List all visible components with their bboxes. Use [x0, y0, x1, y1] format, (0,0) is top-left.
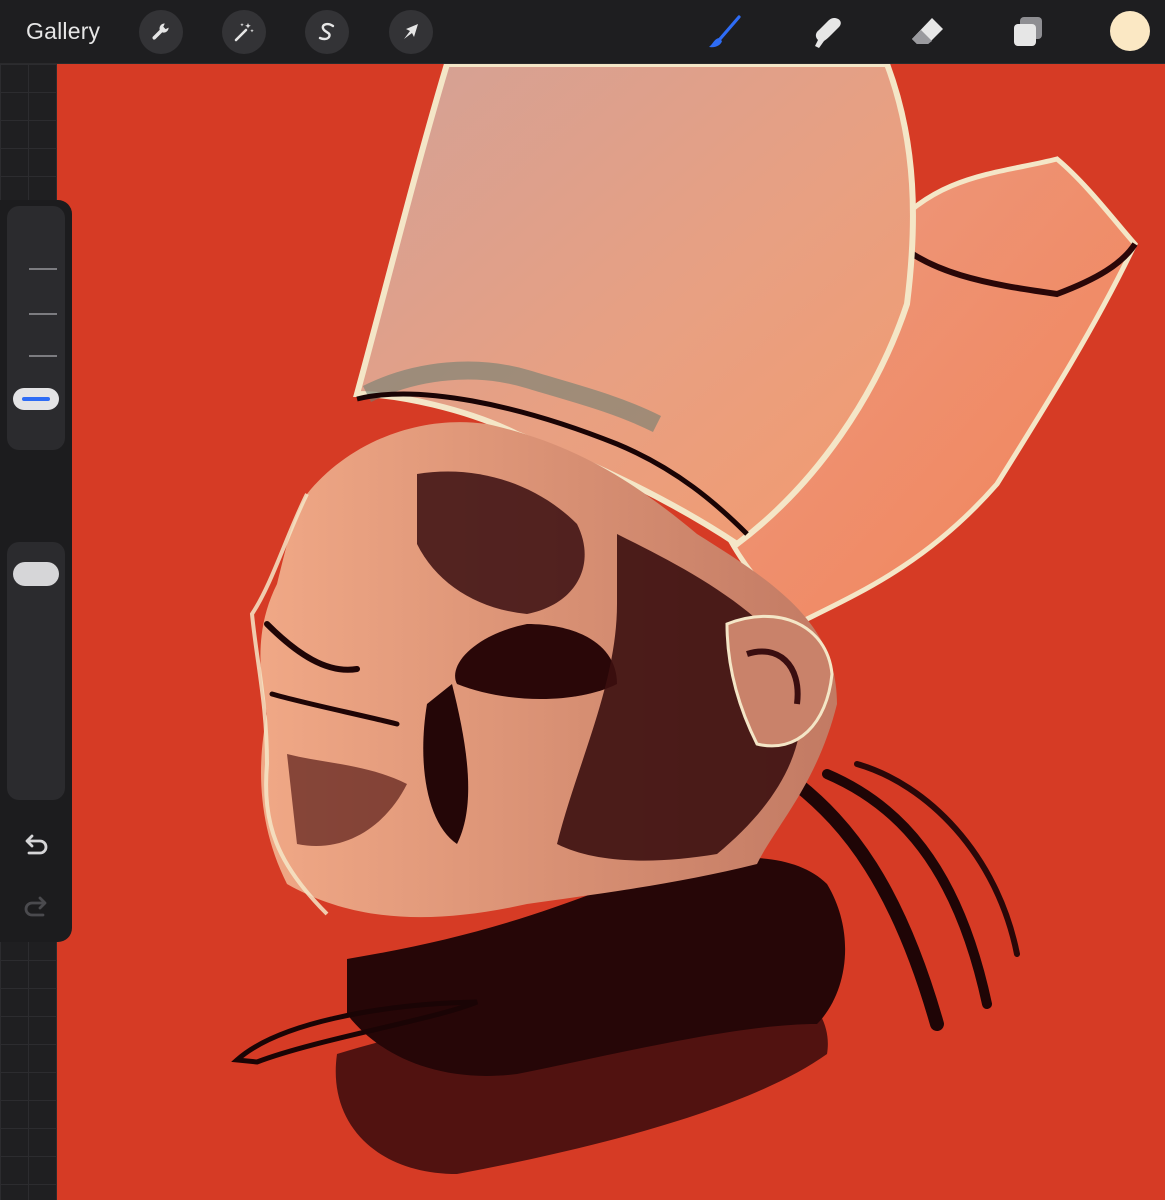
brush-size-slider[interactable] [7, 206, 65, 450]
wrench-icon [152, 23, 169, 40]
adjustments-button[interactable] [222, 10, 266, 54]
transform-button[interactable] [389, 10, 433, 54]
opacity-thumb[interactable] [13, 562, 59, 586]
actions-button[interactable] [139, 10, 183, 54]
magic-wand-icon [234, 23, 254, 42]
selection-s-icon [318, 22, 335, 41]
gallery-button[interactable]: Gallery [26, 18, 100, 45]
brush-size-thumb[interactable] [13, 388, 59, 410]
redo-button[interactable] [20, 892, 52, 924]
selection-button[interactable] [305, 10, 349, 54]
brush-tool[interactable] [705, 11, 747, 53]
smudge-icon [815, 18, 841, 48]
brush-icon [709, 15, 741, 48]
eraser-tool[interactable] [907, 11, 949, 53]
top-toolbar: Gallery [0, 0, 1165, 64]
smudge-tool[interactable] [806, 11, 848, 53]
layers-button[interactable] [1007, 11, 1049, 53]
drawing-canvas[interactable] [57, 64, 1165, 1200]
size-tick [29, 268, 57, 270]
layers-icon [1014, 17, 1042, 46]
undo-button[interactable] [20, 830, 52, 862]
redo-icon [24, 896, 47, 917]
transform-arrow-icon [404, 24, 418, 39]
size-tick [29, 355, 57, 357]
undo-icon [25, 834, 48, 855]
color-picker-swatch[interactable] [1110, 11, 1150, 51]
left-sidebar [0, 200, 72, 942]
eraser-icon [912, 18, 943, 44]
size-indicator-bar [22, 397, 50, 401]
artwork-illustration [231, 64, 1138, 1174]
size-tick [29, 313, 57, 315]
